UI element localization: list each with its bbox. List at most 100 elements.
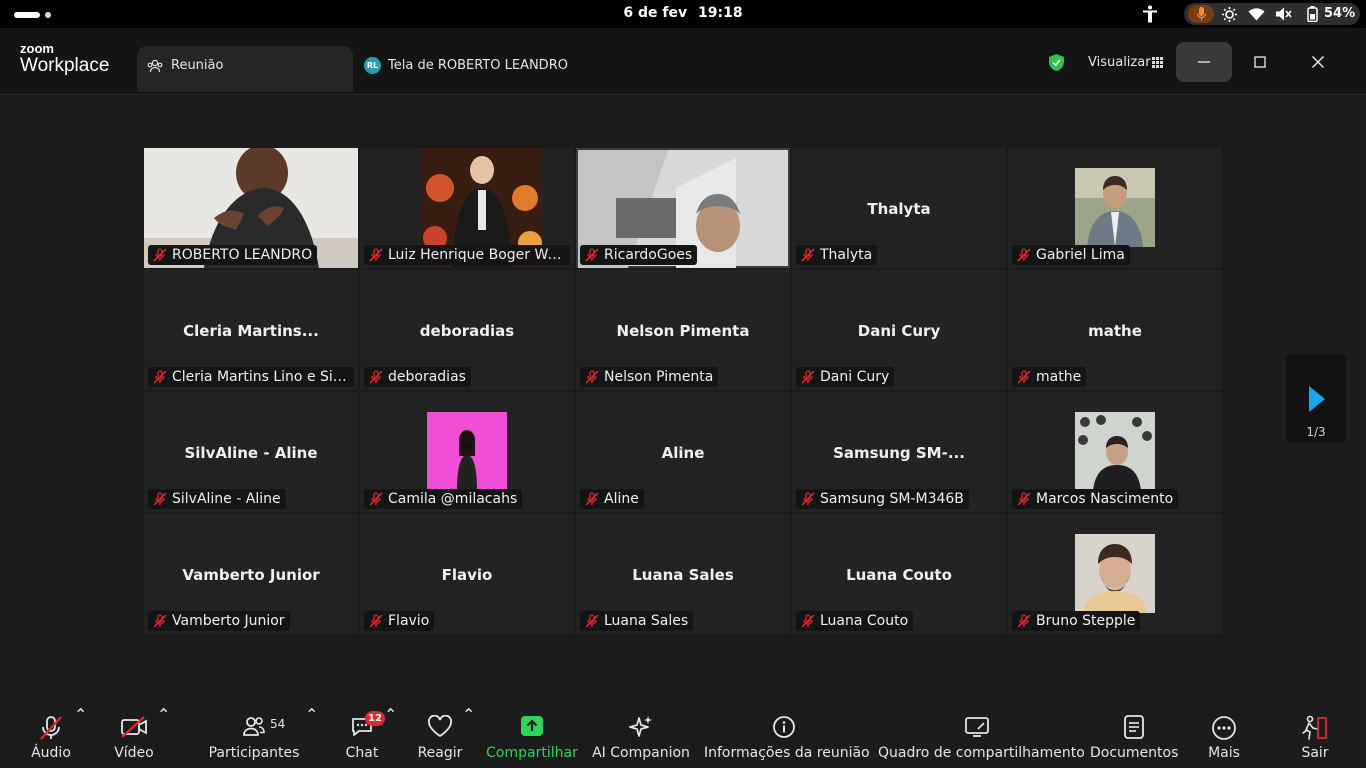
participant-tile[interactable]: Vamberto Junior Vamberto Junior xyxy=(144,514,358,634)
participant-tile[interactable]: Cleria Martins... Cleria Martins Lino e S… xyxy=(144,270,358,390)
muted-microphone-icon xyxy=(801,248,815,262)
more-button[interactable]: Mais xyxy=(1196,705,1252,768)
muted-microphone-icon xyxy=(585,492,599,506)
participant-nameplate: Dani Cury xyxy=(796,367,895,387)
muted-microphone-icon xyxy=(369,248,383,262)
participant-tile[interactable]: Samsung SM-... Samsung SM-M346B xyxy=(792,392,1006,512)
video-label: Vídeo xyxy=(114,745,154,761)
participant-tile[interactable]: Luana Sales Luana Sales xyxy=(576,514,790,634)
participant-tile[interactable]: Aline Aline xyxy=(576,392,790,512)
camera-off-icon xyxy=(121,716,147,738)
participant-tile[interactable]: Flavio Flavio xyxy=(360,514,574,634)
participant-name: Flavio xyxy=(388,613,430,629)
participant-name: Dani Cury xyxy=(820,369,890,385)
participants-options-caret[interactable]: ⌃ xyxy=(305,705,318,724)
tab-meeting[interactable]: Reunião xyxy=(137,46,353,92)
meeting-info-button[interactable]: Informações da reunião xyxy=(704,705,870,768)
whiteboard-icon xyxy=(965,717,989,737)
participant-display-name: Aline xyxy=(661,444,705,462)
share-label: Compartilhar xyxy=(486,745,578,761)
participant-nameplate: Luana Couto xyxy=(796,611,914,631)
audio-options-caret[interactable]: ⌃ xyxy=(74,705,87,724)
tab-screen-share[interactable]: RL Tela de ROBERTO LEANDRO xyxy=(356,46,616,92)
participant-nameplate: Camila @milacahs xyxy=(364,489,523,509)
meeting-toolbar: Áudio ⌃ Vídeo ⌃ 54 Participantes ⌃ 12 Ch… xyxy=(0,705,1366,768)
meeting-icon xyxy=(147,59,163,73)
participant-tile[interactable]: ROBERTO LEANDRO xyxy=(144,148,358,268)
participant-name: RicardoGoes xyxy=(604,247,693,263)
volume-muted-icon xyxy=(1276,7,1292,21)
participant-tile[interactable]: Nelson Pimenta Nelson Pimenta xyxy=(576,270,790,390)
participant-tile[interactable]: Marcos Nascimento xyxy=(1008,392,1222,512)
encryption-shield-icon[interactable] xyxy=(1049,54,1064,71)
participant-tile[interactable]: deboradias deboradias xyxy=(360,270,574,390)
maximize-button[interactable] xyxy=(1232,42,1288,82)
gallery-grid: ROBERTO LEANDRO Luiz Henrique Boger We...… xyxy=(144,148,1224,636)
participant-display-name: Cleria Martins... xyxy=(183,322,319,340)
meeting-info-label: Informações da reunião xyxy=(704,745,870,761)
accessibility-icon[interactable] xyxy=(1142,5,1158,23)
sparkle-icon xyxy=(629,716,652,737)
participant-tile[interactable]: Bruno Stepple xyxy=(1008,514,1222,634)
participant-name: Vamberto Junior xyxy=(172,613,285,629)
participant-display-name: SilvAline - Aline xyxy=(184,444,318,462)
participant-name: Bruno Stepple xyxy=(1036,613,1136,629)
participant-nameplate: Gabriel Lima xyxy=(1012,245,1130,265)
chat-options-caret[interactable]: ⌃ xyxy=(384,705,397,724)
minimize-button[interactable] xyxy=(1176,42,1232,82)
activities-indicator[interactable] xyxy=(14,12,40,18)
mic-in-use-indicator xyxy=(1188,5,1214,23)
participant-tile[interactable]: RicardoGoes xyxy=(576,148,790,268)
brightness-icon xyxy=(1222,7,1237,22)
next-page-button[interactable]: 1/3 xyxy=(1286,355,1346,443)
participants-button[interactable]: 54 Participantes xyxy=(208,705,300,768)
grid-view-icon[interactable] xyxy=(1152,57,1163,68)
participant-nameplate: Bruno Stepple xyxy=(1012,611,1141,631)
documents-button[interactable]: Documentos xyxy=(1090,705,1178,768)
participant-nameplate: Samsung SM-M346B xyxy=(796,489,969,509)
participant-tile[interactable]: Dani Cury Dani Cury xyxy=(792,270,1006,390)
tab-screen-share-label: Tela de ROBERTO LEANDRO xyxy=(388,58,568,73)
close-icon xyxy=(1312,56,1324,68)
participant-tile[interactable]: Gabriel Lima xyxy=(1008,148,1222,268)
participant-tile[interactable]: Camila @milacahs xyxy=(360,392,574,512)
more-label: Mais xyxy=(1208,745,1240,761)
chat-button[interactable]: 12 Chat xyxy=(336,705,388,768)
participant-name: Marcos Nascimento xyxy=(1036,491,1174,507)
ai-companion-button[interactable]: AI Companion xyxy=(592,705,690,768)
video-options-caret[interactable]: ⌃ xyxy=(157,705,170,724)
participant-tile[interactable]: Thalyta Thalyta xyxy=(792,148,1006,268)
window-title-bar: zoom Workplace Reunião RL Tela de ROBERT… xyxy=(0,28,1366,95)
participant-display-name: Vamberto Junior xyxy=(182,566,320,584)
microphone-muted-icon xyxy=(40,716,62,740)
muted-microphone-icon xyxy=(1017,248,1031,262)
battery-icon xyxy=(1307,6,1318,22)
participant-profile-photo xyxy=(1075,534,1155,613)
participant-nameplate: Aline xyxy=(580,489,644,509)
info-icon xyxy=(773,716,795,738)
participant-nameplate: Marcos Nascimento xyxy=(1012,489,1179,509)
close-button[interactable] xyxy=(1290,42,1346,82)
share-screen-button[interactable]: Compartilhar xyxy=(486,705,578,768)
react-options-caret[interactable]: ⌃ xyxy=(462,705,475,724)
participant-tile[interactable]: Luana Couto Luana Couto xyxy=(792,514,1006,634)
participant-name: Thalyta xyxy=(820,247,873,263)
participant-display-name: Luana Sales xyxy=(632,566,734,584)
whiteboard-button[interactable]: Quadro de compartilhamento xyxy=(878,705,1085,768)
muted-microphone-icon xyxy=(153,248,167,262)
participant-nameplate: RicardoGoes xyxy=(580,245,698,265)
participant-name: Gabriel Lima xyxy=(1036,247,1125,263)
react-button[interactable]: Reagir xyxy=(412,705,468,768)
muted-microphone-icon xyxy=(801,614,815,628)
muted-microphone-icon xyxy=(369,370,383,384)
participant-tile[interactable]: Luiz Henrique Boger We... xyxy=(360,148,574,268)
muted-microphone-icon xyxy=(153,614,167,628)
system-tray[interactable]: 54% xyxy=(1184,3,1360,25)
view-button[interactable]: Visualizar xyxy=(1088,55,1151,70)
leave-button[interactable]: Sair xyxy=(1288,705,1342,768)
participant-tile[interactable]: SilvAline - Aline SilvAline - Aline xyxy=(144,392,358,512)
participant-tile[interactable]: mathe mathe xyxy=(1008,270,1222,390)
os-clock[interactable]: 6 de fev 19:18 xyxy=(600,5,766,21)
muted-microphone-icon xyxy=(801,370,815,384)
participants-count: 54 xyxy=(270,717,286,731)
